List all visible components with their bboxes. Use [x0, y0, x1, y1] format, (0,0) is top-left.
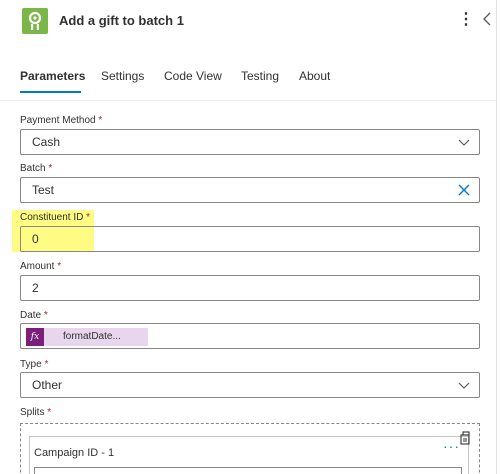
required-marker: * — [98, 115, 103, 126]
payment-method-value: Cash — [32, 135, 61, 149]
constituent-id-label: Constituent ID * — [20, 212, 90, 223]
clear-icon[interactable] — [457, 183, 471, 197]
panel-divider — [496, 0, 497, 474]
tab-settings[interactable]: Settings — [101, 69, 144, 83]
required-marker: * — [47, 407, 52, 418]
amount-label-text: Amount — [20, 261, 55, 272]
payment-method-label: Payment Method * — [20, 115, 102, 126]
date-input[interactable]: fx formatDate... — [20, 323, 480, 349]
required-marker: * — [48, 163, 53, 174]
expression-token[interactable]: fx formatDate... — [26, 328, 148, 346]
amount-label: Amount * — [20, 261, 61, 272]
tabs-divider — [0, 100, 496, 101]
type-label: Type * — [20, 359, 48, 370]
payment-method-label-text: Payment Method — [20, 115, 96, 126]
splits-label: Splits * — [20, 407, 51, 418]
type-value: Other — [32, 378, 63, 392]
constituent-id-input[interactable]: 0 — [20, 226, 480, 252]
collapse-panel-button[interactable] — [482, 11, 500, 31]
copy-icon[interactable] — [458, 431, 472, 445]
required-marker: * — [43, 310, 48, 321]
chevron-down-icon — [458, 382, 470, 389]
type-label-text: Type — [20, 359, 42, 370]
page-title: Add a gift to batch 1 — [59, 13, 184, 28]
more-options-button[interactable]: ⋮ — [458, 11, 474, 31]
batch-input[interactable]: Test — [20, 177, 480, 203]
tab-testing[interactable]: Testing — [241, 69, 279, 83]
splits-label-text: Splits — [20, 407, 45, 418]
required-marker: * — [86, 212, 91, 223]
active-tab-indicator — [20, 91, 81, 93]
date-label-text: Date — [20, 310, 42, 321]
amount-value: 2 — [32, 281, 39, 295]
type-select[interactable]: Other — [20, 372, 480, 398]
tab-parameters[interactable]: Parameters — [20, 69, 85, 83]
panel-header: Add a gift to batch 1 ⋮ — [0, 0, 500, 48]
expression-token-text: formatDate... — [63, 331, 121, 342]
date-label: Date * — [20, 310, 48, 321]
connector-logo-icon — [22, 8, 48, 34]
split-item: Campaign ID - 1 ··· — [29, 436, 469, 474]
batch-label: Batch * — [20, 163, 52, 174]
function-icon: fx — [26, 328, 44, 346]
constituent-id-value: 0 — [32, 232, 39, 246]
chevron-left-icon — [483, 12, 491, 26]
required-marker: * — [57, 261, 62, 272]
batch-label-text: Batch — [20, 163, 46, 174]
payment-method-select[interactable]: Cash — [20, 129, 480, 155]
chevron-down-icon — [458, 139, 470, 146]
amount-input[interactable]: 2 — [20, 275, 480, 301]
tab-code-view[interactable]: Code View — [164, 69, 222, 83]
constituent-id-label-text: Constituent ID — [20, 212, 84, 223]
campaign-id-input[interactable] — [34, 467, 462, 474]
tab-about[interactable]: About — [299, 69, 330, 83]
splits-array: Campaign ID - 1 ··· — [20, 423, 480, 474]
required-marker: * — [44, 359, 49, 370]
batch-value: Test — [32, 183, 55, 197]
campaign-id-label: Campaign ID - 1 — [34, 447, 115, 459]
